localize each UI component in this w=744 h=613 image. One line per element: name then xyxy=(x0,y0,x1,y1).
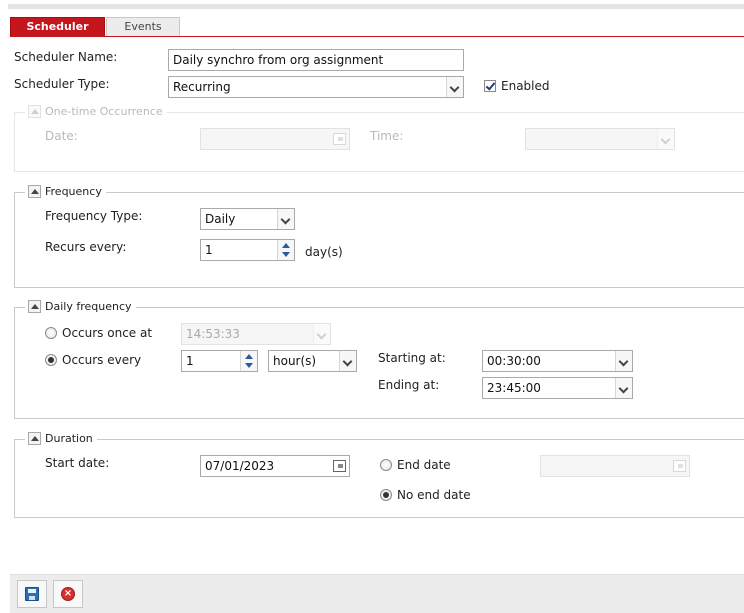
ending-at-label: Ending at: xyxy=(378,378,440,392)
scheduler-name-input[interactable]: Daily synchro from org assignment xyxy=(168,49,464,71)
start-date-label: Start date: xyxy=(45,456,110,470)
calendar-icon[interactable] xyxy=(332,131,347,147)
chevron-down-icon[interactable] xyxy=(657,129,674,149)
scheduler-type-value: Recurring xyxy=(173,80,231,94)
spin-up-icon[interactable] xyxy=(241,351,257,361)
occurs-every-radio[interactable] xyxy=(45,354,57,366)
scheduler-type-select[interactable]: Recurring xyxy=(168,76,464,98)
one-time-date-input[interactable] xyxy=(200,128,350,150)
end-date-label: End date xyxy=(397,458,451,472)
spin-up-icon[interactable] xyxy=(278,240,294,250)
collapse-icon[interactable] xyxy=(28,300,41,313)
tab-events[interactable]: Events xyxy=(106,17,180,37)
recurs-every-label: Recurs every: xyxy=(45,240,127,254)
recurs-every-value: 1 xyxy=(205,243,213,257)
ending-at-value: 23:45:00 xyxy=(487,381,541,395)
starting-at-value: 00:30:00 xyxy=(487,354,541,368)
date-label: Date: xyxy=(45,129,78,143)
occurs-every-unit-value: hour(s) xyxy=(273,354,317,368)
no-end-date-label: No end date xyxy=(397,488,471,502)
daily-frequency-legend: Daily frequency xyxy=(25,300,136,316)
duration-title: Duration xyxy=(45,432,93,445)
chevron-down-icon[interactable] xyxy=(615,378,632,398)
collapse-icon[interactable] xyxy=(28,185,41,198)
top-divider xyxy=(8,4,744,9)
end-date-radio[interactable] xyxy=(380,459,392,471)
chevron-down-icon[interactable] xyxy=(277,209,294,229)
tab-scheduler[interactable]: Scheduler xyxy=(10,17,105,37)
chevron-down-icon[interactable] xyxy=(446,77,463,97)
save-icon xyxy=(25,587,39,601)
save-button[interactable] xyxy=(17,580,47,608)
starting-at-select[interactable]: 00:30:00 xyxy=(482,350,633,372)
tab-underline xyxy=(10,36,744,37)
spinner xyxy=(277,240,294,260)
calendar-icon[interactable] xyxy=(672,458,687,474)
spinner xyxy=(240,351,257,371)
bottom-toolbar xyxy=(10,574,744,613)
occurs-once-radio[interactable] xyxy=(45,327,57,339)
one-time-legend: One-time Occurrence xyxy=(25,105,167,121)
one-time-title: One-time Occurrence xyxy=(45,105,163,118)
chevron-down-icon[interactable] xyxy=(313,324,330,344)
start-date-input[interactable]: 07/01/2023 xyxy=(200,455,350,477)
cancel-icon: × xyxy=(61,587,75,601)
ending-at-select[interactable]: 23:45:00 xyxy=(482,377,633,399)
spin-down-icon[interactable] xyxy=(241,361,257,371)
no-end-date-radio[interactable] xyxy=(380,489,392,501)
frequency-type-value: Daily xyxy=(205,212,236,226)
calendar-icon[interactable] xyxy=(332,458,347,474)
duration-legend: Duration xyxy=(25,432,97,448)
enabled-checkbox[interactable] xyxy=(484,80,496,92)
enabled-label: Enabled xyxy=(501,79,550,93)
starting-at-label: Starting at: xyxy=(378,351,446,365)
daily-frequency-title: Daily frequency xyxy=(45,300,132,313)
time-label: Time: xyxy=(370,129,404,143)
recurs-every-stepper[interactable]: 1 xyxy=(200,239,295,261)
scheduler-type-label: Scheduler Type: xyxy=(14,77,110,91)
occurs-every-stepper[interactable]: 1 xyxy=(181,350,258,372)
collapse-icon[interactable] xyxy=(28,105,41,118)
frequency-type-select[interactable]: Daily xyxy=(200,208,295,230)
frequency-legend: Frequency xyxy=(25,185,106,201)
one-time-time-select[interactable] xyxy=(525,128,675,150)
start-date-value: 07/01/2023 xyxy=(205,459,275,473)
occurs-once-time-select[interactable]: 14:53:33 xyxy=(181,323,331,345)
frequency-title: Frequency xyxy=(45,185,102,198)
occurs-every-unit-select[interactable]: hour(s) xyxy=(268,350,357,372)
spin-down-icon[interactable] xyxy=(278,250,294,260)
end-date-input[interactable] xyxy=(540,455,690,477)
occurs-once-time-value: 14:53:33 xyxy=(186,327,240,341)
occurs-once-label: Occurs once at xyxy=(62,326,153,340)
collapse-icon[interactable] xyxy=(28,432,41,445)
frequency-type-label: Frequency Type: xyxy=(45,209,143,223)
occurs-every-label: Occurs every xyxy=(62,353,142,367)
recurs-unit-label: day(s) xyxy=(305,245,343,259)
chevron-down-icon[interactable] xyxy=(615,351,632,371)
duration-fieldset xyxy=(14,439,744,518)
scheduler-name-label: Scheduler Name: xyxy=(14,50,118,64)
cancel-button[interactable]: × xyxy=(53,580,83,608)
chevron-down-icon[interactable] xyxy=(339,351,356,371)
occurs-every-value: 1 xyxy=(186,354,194,368)
